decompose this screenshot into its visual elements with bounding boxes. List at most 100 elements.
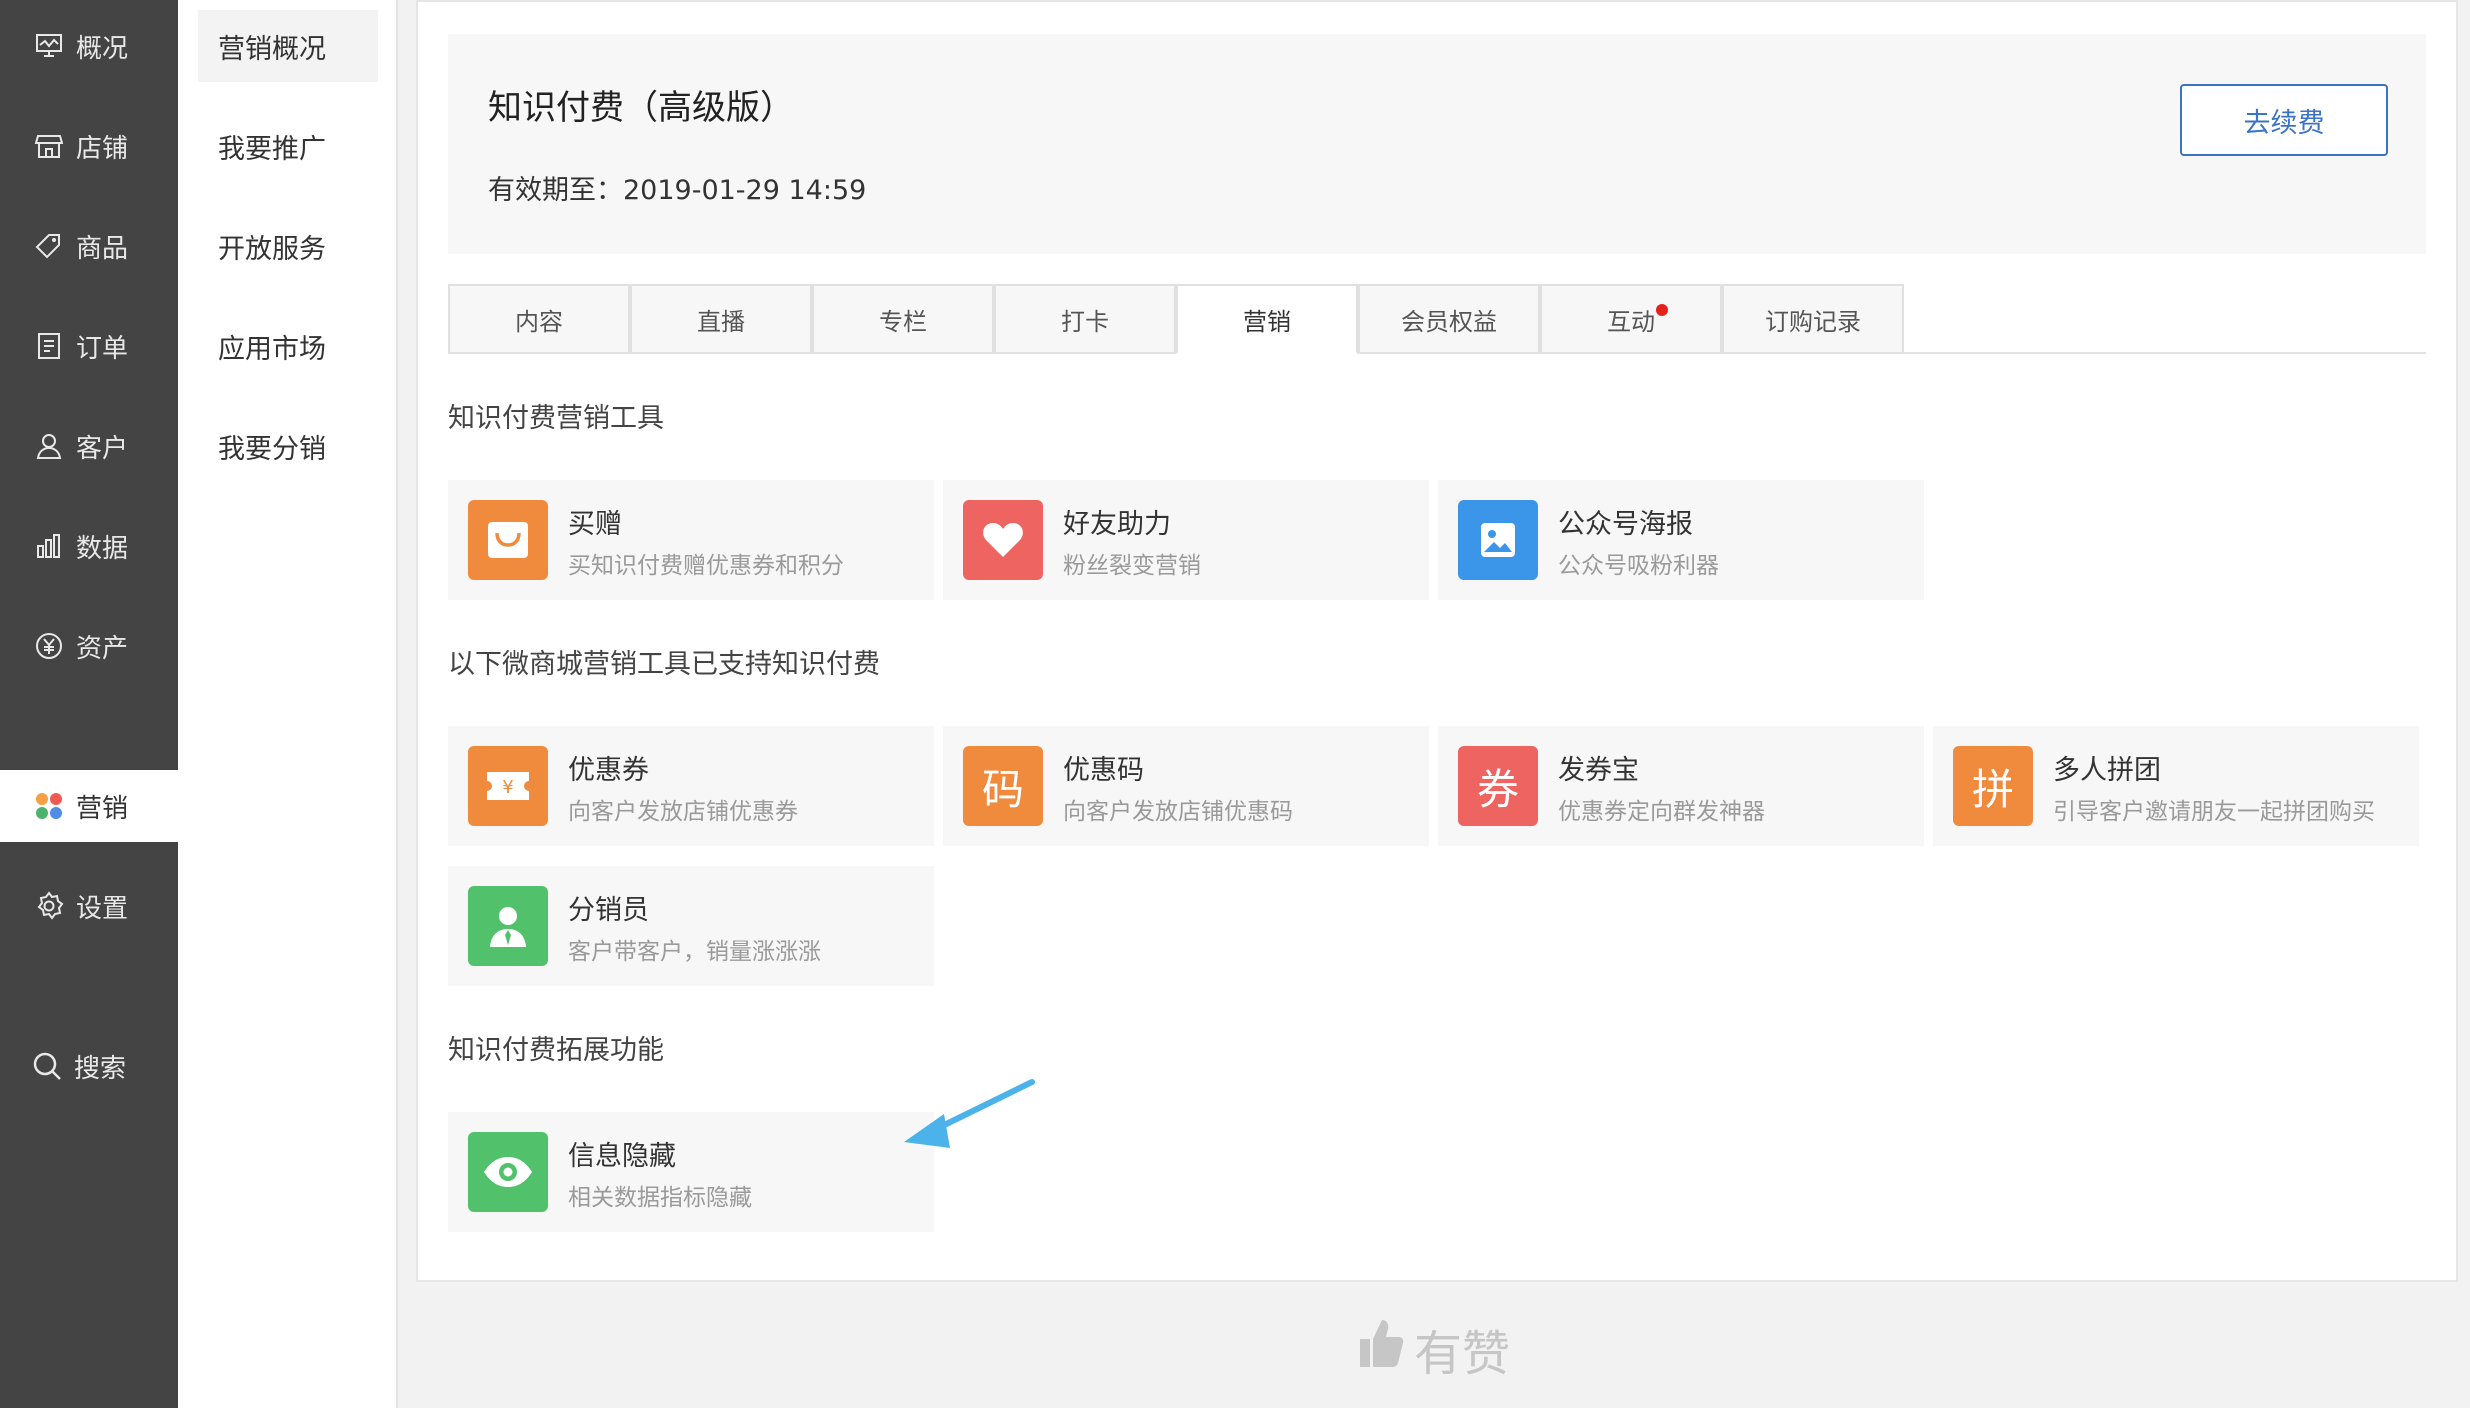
bar-chart-icon [34,531,64,561]
icon-glyph: 拼 [1971,764,2014,814]
tool-name: 信息隐藏 [568,1141,676,1172]
tool-name: 好友助力 [1063,509,1171,540]
tab-label: 专栏 [879,307,927,336]
nav-item-data[interactable]: 数据 [0,510,178,582]
notification-dot [1656,304,1668,316]
tool-desc: 引导客户邀请朋友一起拼团购买 [2053,799,2375,825]
svg-text:¥: ¥ [502,777,513,798]
user-icon [34,431,64,461]
tool-desc: 相关数据指标隐藏 [568,1185,752,1211]
yen-icon [34,631,64,661]
store-icon [34,131,64,161]
tool-card-promo-code[interactable]: 码 优惠码 向客户发放店铺优惠码 [943,726,1429,846]
tool-card-voucher-sender[interactable]: 券 发券宝 优惠券定向群发神器 [1438,726,1924,846]
tab-checkin[interactable]: 打卡 [994,284,1176,354]
voucher-icon: 券 [1458,746,1538,826]
page-title: 知识付费（高级版） [488,88,794,128]
renew-button[interactable]: 去续费 [2180,84,2388,156]
tab-label: 直播 [697,307,745,336]
code-icon: 码 [963,746,1043,826]
tool-name: 优惠券 [568,755,649,786]
monitor-icon [34,31,64,61]
subnav-label: 开放服务 [218,233,326,265]
nav-item-customers[interactable]: 客户 [0,410,178,482]
nav-item-assets[interactable]: 资产 [0,610,178,682]
tool-desc: 优惠券定向群发神器 [1558,799,1765,825]
tab-label: 订购记录 [1765,307,1861,336]
nav-item-store[interactable]: 店铺 [0,110,178,182]
shopping-bag-icon [468,500,548,580]
tab-purchase-records[interactable]: 订购记录 [1722,284,1904,354]
tab-label: 互动 [1607,307,1655,336]
tab-label: 会员权益 [1401,307,1497,336]
brand-logo: 有赞 [1358,1314,1510,1384]
nav-label: 营销 [76,793,129,824]
subnav-item-app-market[interactable]: 应用市场 [198,310,378,382]
subnav-item-open-services[interactable]: 开放服务 [198,210,378,282]
tool-card-wechat-poster[interactable]: 公众号海报 公众号吸粉利器 [1438,480,1924,600]
expire-value: 2019-01-29 14:59 [623,175,867,206]
nav-label: 客户 [76,433,129,464]
nav-label: 概况 [76,33,129,64]
tool-card-friend-assist[interactable]: 好友助力 粉丝裂变营销 [943,480,1429,600]
subnav-label: 应用市场 [218,333,326,365]
annotation-arrow-icon [904,1079,1035,1148]
tab-column[interactable]: 专栏 [812,284,994,354]
nav-item-goods[interactable]: 商品 [0,210,178,282]
tab-content[interactable]: 内容 [448,284,630,354]
poster-icon [1458,500,1538,580]
nav-label: 商品 [76,233,129,264]
nav-label: 订单 [76,333,129,364]
subnav-label: 我要推广 [218,133,326,165]
nav-label: 设置 [76,893,129,924]
tool-desc: 粉丝裂变营销 [1063,553,1201,579]
nav-item-marketing[interactable]: 营销 [0,770,178,842]
icon-glyph: 码 [981,764,1024,814]
tool-name: 优惠码 [1063,755,1144,786]
tool-name: 分销员 [568,895,649,926]
tool-card-group-buy[interactable]: 拼 多人拼团 引导客户邀请朋友一起拼团购买 [1933,726,2419,846]
section-title: 知识付费营销工具 [448,403,664,434]
subnav-item-marketing-overview[interactable]: 营销概况 [198,10,378,82]
tool-card-coupon[interactable]: ¥ 优惠券 向客户发放店铺优惠券 [448,726,934,846]
tool-desc: 公众号吸粉利器 [1558,553,1719,579]
icon-glyph: 券 [1476,764,1519,814]
tool-card-distributor[interactable]: 分销员 客户带客户，销量涨涨涨 [448,866,934,986]
tool-card-info-hide[interactable]: 信息隐藏 相关数据指标隐藏 [448,1112,934,1232]
tool-name: 买赠 [568,509,622,540]
tab-label: 内容 [515,307,563,336]
tool-name: 公众号海报 [1558,509,1693,540]
search-icon [32,1051,62,1081]
nav-search[interactable]: 搜索 [0,1030,178,1102]
brand-label: 有赞 [1414,1326,1511,1382]
tool-desc: 买知识付费赠优惠券和积分 [568,553,844,579]
section-title: 知识付费拓展功能 [448,1035,664,1066]
group-buy-icon: 拼 [1953,746,2033,826]
coupon-icon: ¥ [468,746,548,826]
tool-name: 发券宝 [1558,755,1639,786]
subnav-item-promote[interactable]: 我要推广 [198,110,378,182]
tab-membership[interactable]: 会员权益 [1358,284,1540,354]
tab-bar: 内容 直播 专栏 打卡 营销 会员权益 互动 订购记录 [448,284,2426,354]
nav-item-settings[interactable]: 设置 [0,870,178,942]
main-sidebar: 概况 店铺 商品 订单 客户 数据 资产 营销 设置 搜索 [0,0,178,1408]
tab-live[interactable]: 直播 [630,284,812,354]
subnav-item-distribution[interactable]: 我要分销 [198,410,378,482]
list-icon [34,331,64,361]
heart-icon [963,500,1043,580]
product-header-card: 知识付费（高级版） 有效期至：2019-01-29 14:59 去续费 [448,34,2426,254]
tab-label: 营销 [1243,307,1291,336]
nav-item-orders[interactable]: 订单 [0,310,178,382]
tab-marketing[interactable]: 营销 [1176,284,1358,354]
eye-icon [468,1132,548,1212]
tag-icon [34,231,64,261]
four-dots-icon [34,791,64,821]
tool-card-buy-gift[interactable]: 买赠 买知识付费赠优惠券和积分 [448,480,934,600]
nav-item-overview[interactable]: 概况 [0,10,178,82]
gear-icon [34,891,64,921]
secondary-sidebar: 营销概况 我要推广 开放服务 应用市场 我要分销 [178,0,398,1408]
tool-desc: 客户带客户，销量涨涨涨 [568,939,821,965]
expire-row: 有效期至：2019-01-29 14:59 [488,168,866,207]
tool-desc: 向客户发放店铺优惠券 [568,799,798,825]
tab-interaction[interactable]: 互动 [1540,284,1722,354]
